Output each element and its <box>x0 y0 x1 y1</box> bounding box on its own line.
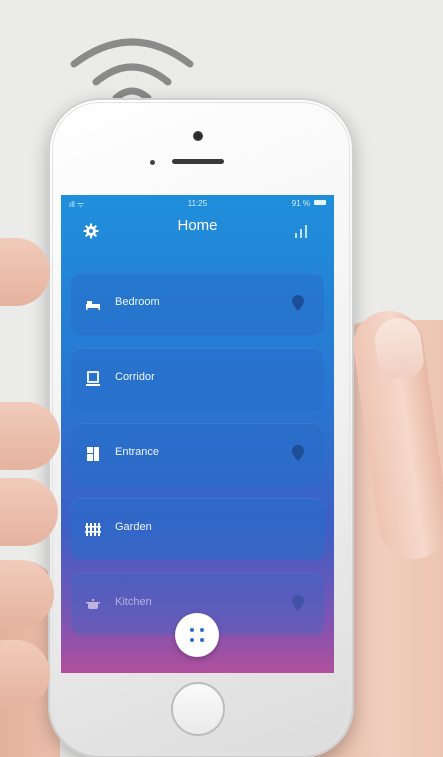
room-label: Corridor <box>115 371 155 383</box>
room-card-garden[interactable]: Garden <box>71 498 324 560</box>
status-bar: ıll ᯤ 11:25 91 % <box>61 195 334 211</box>
grid-dots-icon <box>200 628 204 632</box>
room-label: Garden <box>115 521 152 533</box>
room-label: Kitchen <box>115 596 152 608</box>
proximity-sensor <box>150 160 155 165</box>
menu-fab-button[interactable] <box>175 613 219 657</box>
grid-dots-icon <box>200 638 204 642</box>
front-camera-icon <box>193 131 203 141</box>
battery-icon <box>314 200 326 205</box>
battery-percent: 91 % <box>291 199 310 208</box>
finger-index <box>0 238 50 306</box>
grid-dots-icon <box>190 628 194 632</box>
lamp-icon <box>86 371 100 386</box>
room-label: Entrance <box>115 446 160 458</box>
fence-icon <box>85 523 101 536</box>
room-label: Bedroom <box>115 296 160 308</box>
bed-icon <box>86 301 100 310</box>
room-card-entrance[interactable]: Entrance <box>71 423 324 485</box>
location-pin-icon[interactable] <box>292 445 304 461</box>
room-card-bedroom[interactable]: Bedroom <box>71 273 324 335</box>
room-card-corridor[interactable]: Corridor <box>71 348 324 410</box>
scene: ıll ᯤ 11:25 91 % Home Bedroom Corridor E… <box>0 0 443 757</box>
earpiece-speaker <box>172 159 224 164</box>
grid-dots-icon <box>190 638 194 642</box>
location-pin-icon[interactable] <box>292 595 304 611</box>
app-screen: ıll ᯤ 11:25 91 % Home Bedroom Corridor E… <box>61 195 334 673</box>
home-button[interactable] <box>171 682 225 736</box>
door-icon <box>87 447 99 461</box>
bar-chart-icon[interactable] <box>294 223 312 239</box>
location-pin-icon[interactable] <box>292 295 304 311</box>
app-header: Home <box>61 211 334 251</box>
pot-icon <box>86 599 100 609</box>
